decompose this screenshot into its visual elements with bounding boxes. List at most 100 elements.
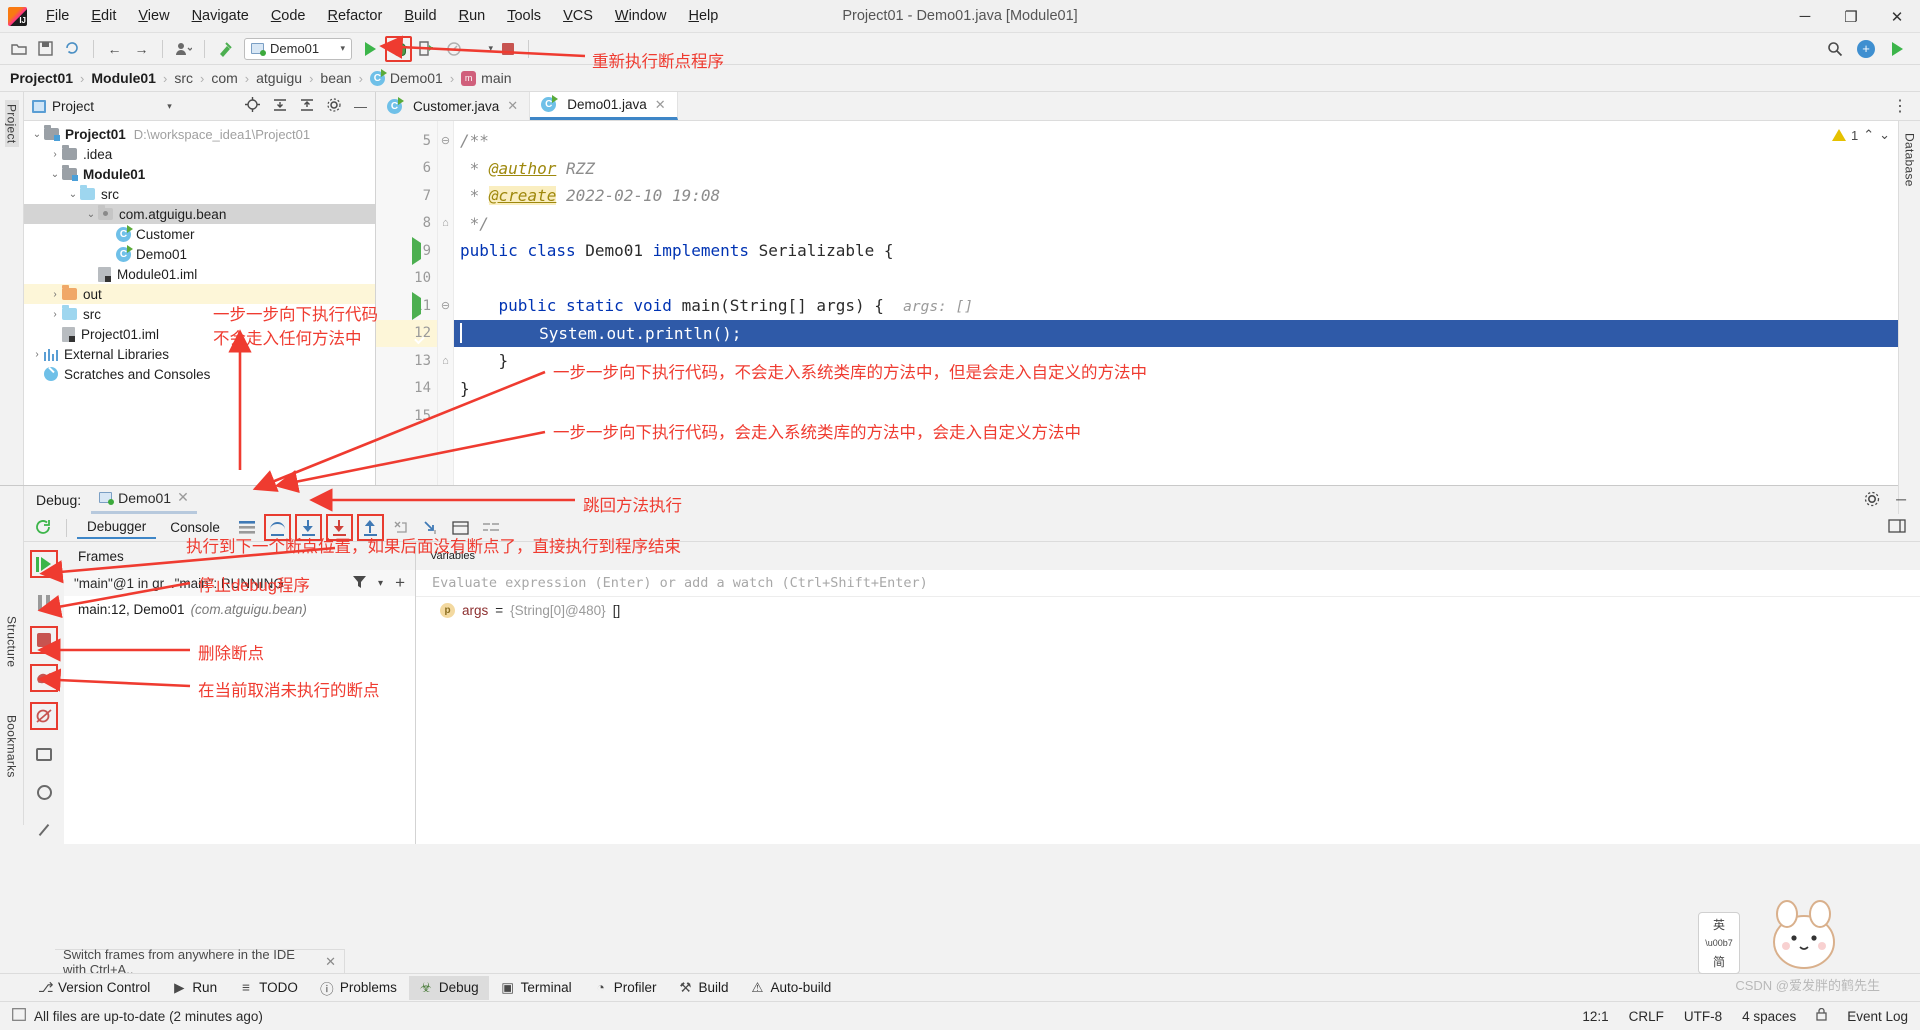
chevron-right-icon[interactable]: ›	[48, 149, 62, 160]
menu-item-tools[interactable]: Tools	[496, 4, 552, 28]
tool-window-terminal[interactable]: ▣ Terminal	[491, 976, 582, 1000]
tree-node-module01[interactable]: ⌄ Module01	[24, 164, 375, 184]
editor-tabs-options[interactable]: ⋮	[1892, 92, 1920, 120]
fold-marker-8[interactable]: ⌂	[438, 210, 453, 238]
updates-icon[interactable]: +	[1857, 39, 1875, 58]
debug-toolbar-right[interactable]	[1888, 519, 1920, 536]
tree-node-.idea[interactable]: › .idea	[24, 144, 375, 164]
chevron-down-icon[interactable]: ▾	[378, 578, 383, 589]
run-icon-right[interactable]	[1885, 37, 1910, 61]
chevron-down-icon[interactable]: ⌄	[48, 169, 62, 180]
menu-item-edit[interactable]: Edit	[80, 4, 127, 28]
locate-icon[interactable]	[245, 97, 260, 115]
code-line-8[interactable]: */	[454, 210, 1920, 238]
tree-node-src[interactable]: ⌄ src	[24, 184, 375, 204]
back-icon[interactable]: ←	[102, 37, 127, 61]
chevron-down-icon[interactable]: ⌄	[84, 209, 98, 220]
editor-tab-customer-java[interactable]: C Customer.java ✕	[376, 92, 531, 120]
user-icon[interactable]	[171, 37, 196, 61]
sync-icon[interactable]	[60, 37, 85, 61]
warning-next-icon[interactable]: ⌄	[1879, 127, 1890, 143]
menu-item-file[interactable]: File	[35, 4, 80, 28]
indent-setting[interactable]: 4 spaces	[1742, 1009, 1796, 1024]
add-watch-icon[interactable]: +	[395, 573, 405, 593]
debug-session-tab[interactable]: Demo01 ✕	[91, 486, 197, 514]
tree-node-com.atguigu.bean[interactable]: ⌄ com.atguigu.bean	[24, 204, 375, 224]
fold-marker-14[interactable]	[438, 375, 453, 403]
close-icon[interactable]: ✕	[325, 954, 336, 970]
pin-button[interactable]	[30, 816, 58, 844]
profiler-icon[interactable]	[441, 37, 466, 61]
breadcrumb-item-demo01[interactable]: C Demo01	[369, 68, 443, 86]
chevron-right-icon[interactable]: ›	[30, 349, 44, 360]
close-icon[interactable]: ✕	[507, 98, 518, 114]
code-line-9[interactable]: public class Demo01 implements Serializa…	[454, 237, 1920, 265]
chevron-right-icon[interactable]: ›	[48, 289, 62, 300]
tool-window-problems[interactable]: ⓘ Problems	[310, 974, 407, 1002]
fold-marker-12[interactable]	[438, 320, 453, 348]
close-icon[interactable]: ✕	[177, 489, 189, 506]
menu-item-help[interactable]: Help	[677, 4, 729, 28]
gutter-line-15[interactable]: 15	[376, 402, 437, 430]
tool-window-debug[interactable]: ☣ Debug	[408, 975, 489, 1000]
code-line-5[interactable]: /**	[454, 127, 1920, 155]
close-button[interactable]: ✕	[1874, 0, 1920, 33]
fold-marker-5[interactable]: ⊖	[438, 127, 453, 155]
editor-fold-column[interactable]: ⊖ ⌂ ⊖ ⌂	[438, 121, 454, 485]
tool-window-auto-build[interactable]: ⚠ Auto-build	[740, 976, 841, 1000]
gutter-line-13[interactable]: 13	[376, 347, 437, 375]
fold-marker-9[interactable]	[438, 237, 453, 265]
more-options-icon[interactable]: ⋮	[1892, 96, 1908, 116]
gutter-line-8[interactable]: 8	[376, 210, 437, 238]
gutter-line-5[interactable]: 5	[376, 127, 437, 155]
code-line-6[interactable]: * @author RZZ	[454, 155, 1920, 183]
gear-icon[interactable]	[1864, 491, 1880, 510]
fold-marker-7[interactable]	[438, 182, 453, 210]
tree-node-project01[interactable]: ⌄ Project01 D:\workspace_idea1\Project01	[24, 124, 375, 144]
code-line-10[interactable]	[454, 265, 1920, 293]
run-gutter-icon[interactable]	[412, 291, 421, 320]
gutter-line-10[interactable]: 10	[376, 265, 437, 293]
rerun-icon[interactable]	[30, 516, 56, 540]
save-icon[interactable]	[33, 37, 58, 61]
collapse-all-icon[interactable]	[300, 98, 314, 115]
line-separator[interactable]: CRLF	[1629, 1009, 1664, 1024]
search-icon[interactable]	[1822, 37, 1847, 61]
run-gutter-icon[interactable]	[412, 236, 421, 265]
lock-icon[interactable]	[1816, 1007, 1827, 1024]
hide-icon[interactable]: —	[354, 99, 367, 114]
tree-node-scratches-and-consoles[interactable]: ›Scratches and Consoles	[24, 364, 375, 384]
evaluate-expression-input[interactable]: Evaluate expression (Enter) or add a wat…	[416, 570, 1920, 597]
settings-button[interactable]	[30, 778, 58, 806]
fold-marker-6[interactable]	[438, 155, 453, 183]
breadcrumb-item-src[interactable]: src	[174, 70, 193, 86]
stop-program-button[interactable]	[30, 626, 58, 654]
sidebar-item-bookmarks[interactable]: Bookmarks	[5, 711, 19, 782]
event-log-button[interactable]: Event Log	[1847, 1009, 1908, 1024]
sidebar-item-project[interactable]: Project	[4, 100, 19, 148]
chevron-down-icon[interactable]: ⌄	[30, 129, 44, 140]
code-line-7[interactable]: * @create 2022-02-10 19:08	[454, 182, 1920, 210]
tool-window-run[interactable]: ▶ Run	[162, 976, 227, 1000]
resume-program-button[interactable]	[30, 550, 58, 578]
gutter-line-7[interactable]: 7	[376, 182, 437, 210]
caret-position[interactable]: 12:1	[1582, 1009, 1608, 1024]
variable-row[interactable]: p args = {String[0]@480} []	[416, 597, 1920, 623]
editor-tab-demo01-java[interactable]: C Demo01.java ✕	[530, 92, 678, 120]
tool-window-todo[interactable]: ≡ TODO	[229, 976, 308, 999]
fold-marker-10[interactable]	[438, 265, 453, 293]
pause-program-button[interactable]	[30, 588, 58, 616]
tool-window-profiler[interactable]: ◔ Profiler	[584, 976, 667, 999]
close-icon[interactable]: ✕	[655, 97, 666, 113]
editor-gutter[interactable]: 5 6 7 8 9 10 11 12 13 14 15	[376, 121, 438, 485]
code-line-11[interactable]: public static void main(String[] args) {…	[454, 292, 1920, 320]
chevron-right-icon[interactable]: ›	[48, 309, 62, 320]
breadcrumb-item-bean[interactable]: bean	[320, 70, 351, 86]
breadcrumb-item-atguigu[interactable]: atguigu	[256, 70, 302, 86]
tree-node-demo01[interactable]: ›CDemo01	[24, 244, 375, 264]
run-with-coverage-button[interactable]	[414, 37, 439, 61]
view-breakpoints-button[interactable]	[30, 702, 58, 730]
file-encoding[interactable]: UTF-8	[1684, 1009, 1722, 1024]
chevron-down-icon[interactable]: ⌄	[66, 189, 80, 200]
sidebar-item-database[interactable]: Database	[1903, 129, 1917, 191]
